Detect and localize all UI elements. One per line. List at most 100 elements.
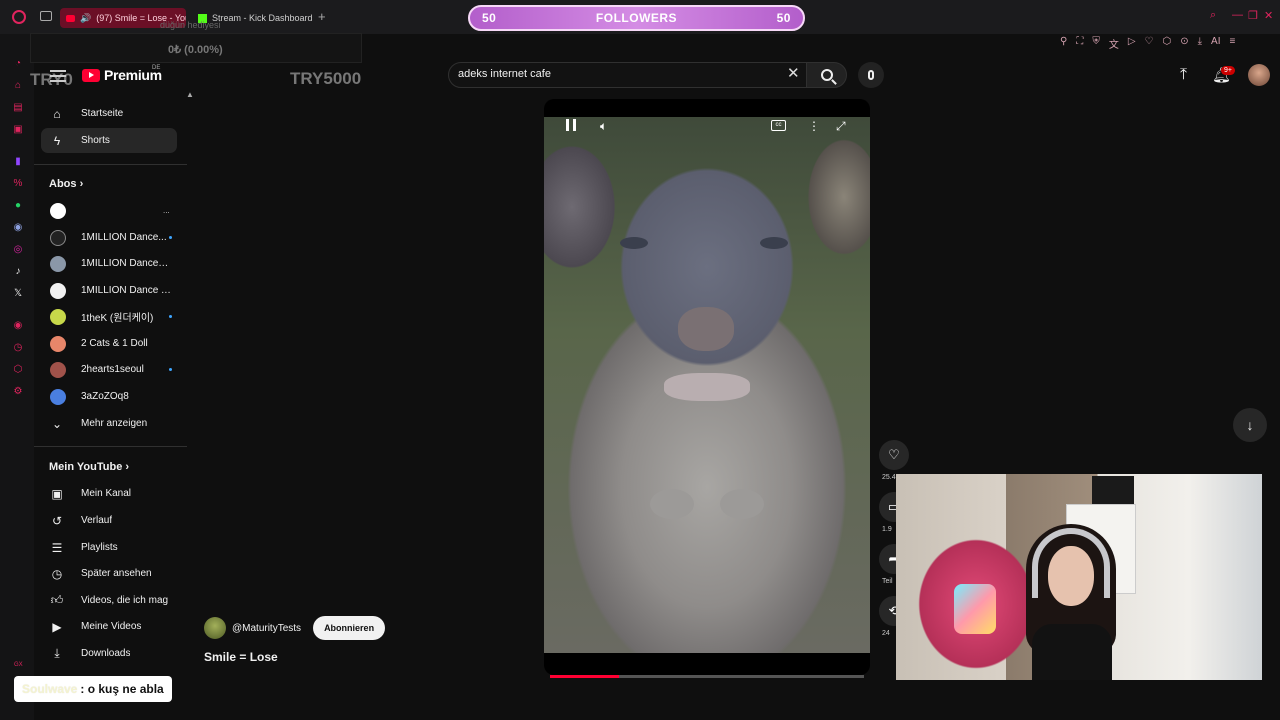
home-icon: ⌂ (53, 106, 61, 121)
browser-sidebar: ◔ ⌂ ▤ ▣ ▮ % ● ◉ ◎ ♪ 𝕏 ◉ ◷ ⬡ ⚙ (0, 34, 34, 720)
maximize-icon[interactable]: ❐ (1248, 9, 1258, 22)
percent-icon[interactable]: % (12, 178, 24, 190)
chat-message: Soulwave : o kuş ne abla (14, 676, 172, 702)
sidebar-item-label: Shorts (81, 135, 110, 146)
youtube-premium-logo[interactable]: Premium (82, 67, 162, 83)
sidebar-item-shorts[interactable]: ϟ Shorts (41, 128, 177, 153)
heart-icon[interactable]: ♡ (1145, 36, 1154, 51)
chevron-down-icon: ⌄ (51, 416, 63, 431)
subscriptions-heading[interactable]: Abos › (49, 178, 83, 190)
subscription-item[interactable]: ... (41, 198, 177, 223)
subscription-item[interactable]: 1MILLION Dance... (41, 225, 177, 250)
crop-icon[interactable]: ⛶ (1076, 36, 1083, 51)
download-icon[interactable]: ⤓ (1198, 36, 1202, 51)
player-icon[interactable]: ◉ (12, 320, 24, 332)
streamer-webcam (896, 474, 1262, 680)
volume-icon[interactable]: 🔈︎ (600, 119, 607, 134)
video-title[interactable]: Smile = Lose (204, 650, 278, 664)
ai-icon[interactable]: AI (1211, 36, 1220, 51)
pause-icon[interactable] (566, 119, 576, 131)
x-icon[interactable]: 𝕏 (12, 288, 24, 300)
minimize-icon[interactable]: — (1232, 9, 1243, 21)
tiktok-icon[interactable]: ♪ (12, 266, 24, 278)
subscription-item[interactable]: 3aZoZOq8 (41, 384, 177, 409)
new-content-dot (169, 236, 172, 239)
chevron-right-icon: › (79, 178, 84, 190)
search-input-value[interactable]: adeks internet cafe (458, 68, 551, 80)
video-detail (650, 489, 694, 519)
puzzle-icon[interactable]: ⬡ (1163, 36, 1172, 51)
search-button[interactable] (806, 62, 847, 88)
you-heading[interactable]: Mein YouTube › (49, 461, 129, 473)
video-progress-bar[interactable] (550, 675, 864, 678)
history-icon[interactable]: ◷ (12, 342, 24, 354)
goal-title: FOLLOWERS (595, 11, 678, 25)
sidebar-item-history[interactable]: ↺ Verlauf (41, 508, 177, 533)
subscriptions-heading-label: Abos (49, 178, 77, 190)
more-options-icon[interactable]: ⋮ (808, 119, 820, 133)
whatsapp-icon[interactable]: ● (12, 200, 24, 212)
menu-icon[interactable]: ≡ (1230, 36, 1236, 51)
shorts-icon: ϟ (53, 133, 61, 148)
subscription-item[interactable]: 1MILLION Dance St... (41, 251, 177, 276)
gx-news-icon[interactable]: ▤ (12, 102, 24, 114)
gx-player-icon[interactable]: ▣ (12, 124, 24, 136)
show-more-button[interactable]: ⌄ Mehr anzeigen (41, 411, 177, 436)
next-short-button[interactable]: ↓ (1233, 408, 1267, 442)
lock-icon[interactable]: ⊙ (1180, 36, 1188, 51)
search-icon[interactable]: ⌕ (1210, 9, 1216, 22)
account-avatar[interactable] (1248, 64, 1270, 86)
fullscreen-icon[interactable]: ⤢ (836, 119, 846, 134)
workspace-icon[interactable] (40, 11, 52, 21)
subscription-item[interactable]: 1MILLION Dance T... (41, 278, 177, 303)
gx-control-icon[interactable]: ◔ (12, 58, 24, 70)
video-detail (760, 237, 788, 249)
subscription-item[interactable]: 1theK (원더케이) (41, 304, 177, 329)
sidebar-item-label: Playlists (81, 542, 118, 553)
subscribe-button[interactable]: Abonnieren (313, 616, 386, 640)
like-button[interactable]: ♡ (879, 440, 909, 470)
instagram-icon[interactable]: ◎ (12, 244, 24, 256)
channel-name: 1theK (원더케이) (81, 313, 154, 324)
channel-handle[interactable]: @MaturityTests (232, 623, 301, 634)
chevron-right-icon: › (125, 461, 130, 473)
new-tab-button[interactable]: + (318, 9, 326, 24)
sidebar-item-downloads[interactable]: ⤓ Downloads (41, 641, 177, 666)
subscription-item[interactable]: 2hearts1seoul (41, 357, 177, 382)
close-icon[interactable]: ✕ (1264, 9, 1273, 22)
sidebar-item-liked-videos[interactable]: 👍︎ Videos, die ich mag (41, 588, 177, 613)
sidebar-item-my-channel[interactable]: ▣ Mein Kanal (41, 481, 177, 506)
speaker-icon[interactable]: 🔊 (80, 13, 91, 24)
webcam-detail (1032, 624, 1112, 680)
twitch-icon[interactable]: ▮ (12, 156, 24, 168)
captions-icon[interactable]: cc (771, 120, 786, 131)
shield-icon[interactable]: ⛨ (1092, 36, 1100, 51)
clear-search-icon[interactable]: ✕ (787, 64, 800, 82)
opera-gx-logo-icon[interactable] (12, 10, 26, 24)
video-frame-image (544, 117, 870, 653)
subscription-item[interactable]: 2 Cats & 1 Doll (41, 331, 177, 356)
remix-count: 24 (882, 630, 890, 637)
sidebar-item-playlists[interactable]: ☰ Playlists (41, 535, 177, 560)
guide-menu-icon[interactable] (50, 70, 66, 85)
create-upload-icon[interactable]: ⤒ (1180, 66, 1187, 84)
channel-avatar[interactable] (204, 617, 226, 639)
play-icon[interactable]: ▷ (1128, 36, 1136, 51)
extensions-icon[interactable]: ⬡ (12, 364, 24, 376)
sidebar-item-my-videos[interactable]: ▶ Meine Videos (41, 614, 177, 639)
sidebar-item-home[interactable]: ⌂ Startseite (41, 101, 177, 126)
channel-avatar (50, 255, 66, 272)
gx-corner-icon[interactable]: ⌂ (12, 80, 24, 92)
tab-title: Stream - Kick Dashboard (212, 13, 312, 23)
show-more-label: Mehr anzeigen (81, 418, 148, 429)
translate-icon[interactable]: 文 (1109, 36, 1119, 51)
shorts-video-player[interactable] (544, 99, 870, 675)
settings-icon[interactable]: ⚙ (12, 386, 24, 398)
pin-icon[interactable]: ⚲ (1060, 36, 1067, 51)
channel-name: 1MILLION Dance St... (81, 258, 171, 269)
voice-search-button[interactable] (858, 62, 884, 88)
sidebar-item-watch-later[interactable]: ◷ Später ansehen (41, 561, 177, 586)
arrow-down-icon: ↓ (1246, 417, 1254, 433)
donation-target-amount: TRY5000 (290, 69, 362, 88)
discord-icon[interactable]: ◉ (12, 222, 24, 234)
